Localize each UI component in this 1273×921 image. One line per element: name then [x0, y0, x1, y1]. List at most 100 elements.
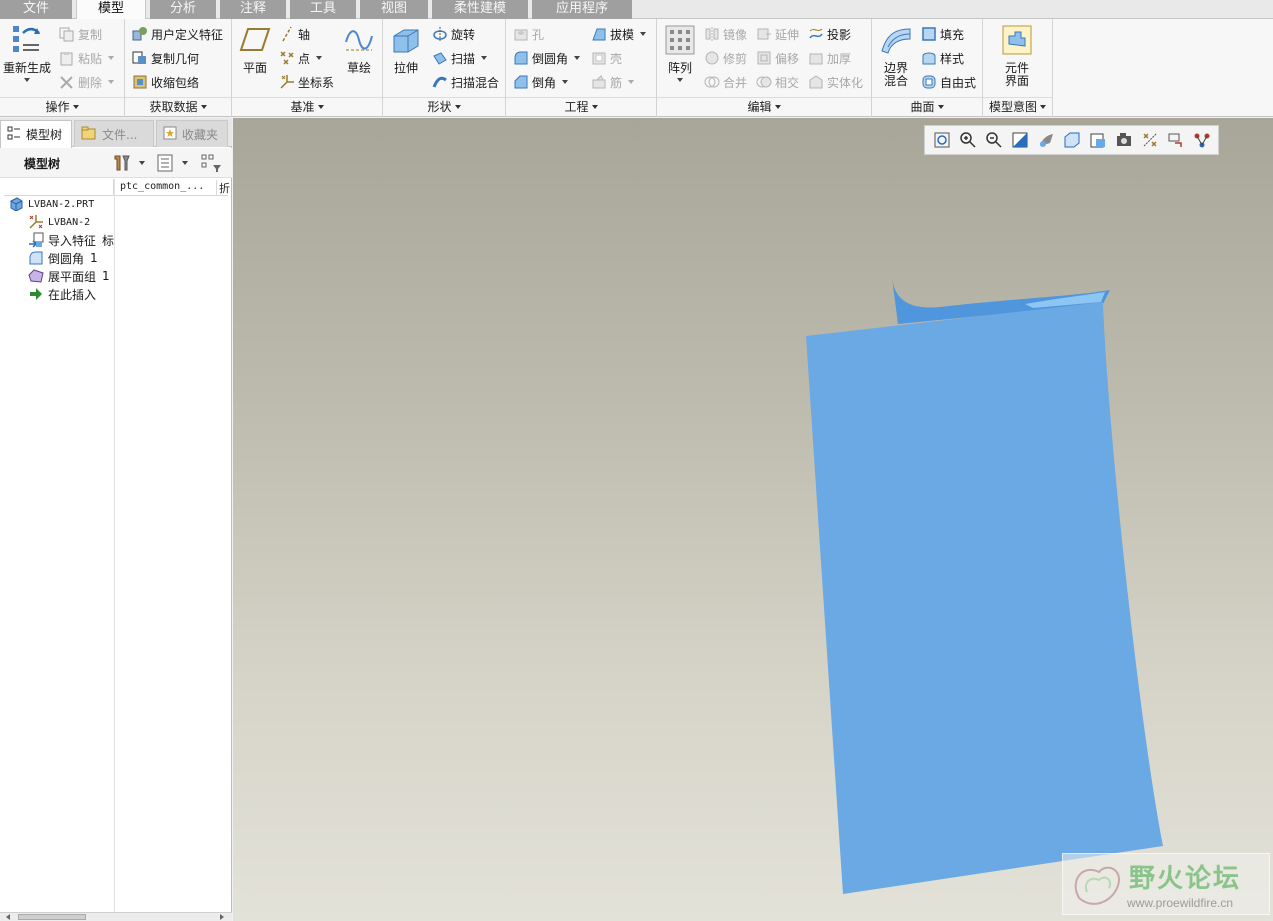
forum-watermark: 野火论坛 www.proewildfire.cn — [1062, 853, 1270, 915]
thicken-icon — [807, 50, 824, 67]
group-label-datum[interactable]: 基准 — [232, 97, 382, 116]
intersect-button[interactable]: 相交 — [755, 71, 799, 93]
tree-node-round[interactable]: 倒圆角 1 — [28, 249, 98, 267]
panel-tabs: 模型树 文件... 收藏夹 — [0, 118, 232, 148]
show-list-icon[interactable] — [157, 154, 175, 175]
fill-button[interactable]: 填充 — [920, 23, 964, 45]
tree-node-import-feature[interactable]: 导入特征 标 — [28, 231, 114, 249]
freestyle-icon — [920, 74, 937, 91]
swept-blend-button[interactable]: 扫描混合 — [431, 71, 499, 93]
shrinkwrap-button[interactable]: 收缩包络 — [131, 71, 199, 93]
component-interface-button[interactable]: 元件界面 — [999, 21, 1035, 88]
tab-view[interactable]: 视图 — [360, 0, 428, 19]
tree-column-header: ptc_common_... 折 — [4, 179, 230, 196]
udf-button[interactable]: 用户定义特征 — [131, 23, 223, 45]
panel-tab-model-tree[interactable]: 模型树 — [0, 120, 72, 148]
tree-column-param[interactable]: ptc_common_... — [120, 181, 204, 192]
draft-button[interactable]: 拔模 — [590, 23, 647, 45]
part-icon — [8, 196, 24, 212]
show-list-dropdown-icon[interactable] — [182, 161, 188, 165]
round-button[interactable]: 倒圆角 — [512, 47, 581, 69]
extend-button[interactable]: 延伸 — [755, 23, 799, 45]
tree-node-part[interactable]: LVBAN-2.PRT — [8, 195, 94, 213]
paste-button[interactable]: 粘贴 — [58, 47, 115, 69]
revolve-button[interactable]: 旋转 — [431, 23, 475, 45]
chamfer-button[interactable]: 倒角 — [512, 71, 569, 93]
tab-file[interactable]: 文件 — [0, 0, 72, 19]
panel-tab-folder-browser[interactable]: 文件... — [74, 120, 154, 147]
project-button[interactable]: 投影 — [807, 23, 851, 45]
point-icon — [278, 50, 295, 67]
tree-column-extra[interactable]: 折 — [216, 180, 230, 196]
tab-tools[interactable]: 工具 — [290, 0, 356, 19]
datum-csys-button[interactable]: 坐标系 — [278, 71, 334, 93]
tree-node-insert-here[interactable]: 在此插入 — [28, 285, 96, 303]
graphics-window[interactable]: 野火论坛 www.proewildfire.cn — [233, 118, 1273, 921]
shell-button[interactable]: 壳 — [590, 47, 622, 69]
rib-button[interactable]: 筋 — [590, 71, 635, 93]
extrude-button[interactable]: 拉伸 — [389, 21, 423, 75]
intersect-icon — [755, 74, 772, 91]
extend-icon — [755, 26, 772, 43]
scroll-thumb[interactable] — [18, 914, 86, 920]
surface-main-face — [806, 302, 1163, 894]
solidify-button[interactable]: 实体化 — [807, 71, 863, 93]
tab-annotate[interactable]: 注释 — [220, 0, 286, 19]
mirror-button[interactable]: 镜像 — [703, 23, 747, 45]
tab-analysis[interactable]: 分析 — [150, 0, 216, 19]
group-label-editing[interactable]: 编辑 — [657, 97, 871, 116]
import-feature-icon — [28, 232, 44, 248]
group-editing: 阵列 镜像 延伸 投影 修剪 偏移 加厚 合并 相交 实体化 编辑 — [657, 19, 872, 117]
merge-button[interactable]: 合并 — [703, 71, 747, 93]
tab-flexible-modeling[interactable]: 柔性建模 — [432, 0, 528, 19]
group-label-surfaces[interactable]: 曲面 — [872, 97, 982, 116]
tree-node-flatten-quilt[interactable]: 展平面组 1 — [28, 267, 110, 285]
tree-horizontal-scrollbar[interactable] — [0, 912, 232, 921]
sketch-button[interactable]: 草绘 — [342, 21, 376, 75]
group-get-data: 用户定义特征 复制几何 收缩包络 获取数据 — [125, 19, 232, 117]
watermark-url: www.proewildfire.cn — [1127, 896, 1234, 910]
sweep-icon — [431, 50, 448, 67]
solidify-icon — [807, 74, 824, 91]
tree-node-csys[interactable]: LVBAN-2 — [28, 213, 90, 231]
tree-column-divider — [114, 179, 115, 921]
group-label-shape[interactable]: 形状 — [383, 97, 505, 116]
group-label-engineering[interactable]: 工程 — [506, 97, 656, 116]
trim-button[interactable]: 修剪 — [703, 47, 747, 69]
panel-tab-favorites[interactable]: 收藏夹 — [156, 120, 228, 147]
boundary-blend-icon — [879, 21, 913, 59]
datum-point-button[interactable]: 点 — [278, 47, 323, 69]
regenerate-icon — [10, 21, 44, 59]
group-label-operations[interactable]: 操作 — [0, 97, 124, 116]
model-surface[interactable] — [233, 118, 1273, 921]
tab-applications[interactable]: 应用程序 — [532, 0, 632, 19]
thicken-button[interactable]: 加厚 — [807, 47, 851, 69]
tab-model[interactable]: 模型 — [76, 0, 146, 20]
pattern-button[interactable]: 阵列 — [663, 21, 697, 82]
copy-button[interactable]: 复制 — [58, 23, 102, 45]
scroll-right-arrow[interactable] — [220, 914, 224, 920]
round-icon — [512, 50, 529, 67]
style-button[interactable]: 样式 — [920, 47, 964, 69]
sweep-button[interactable]: 扫描 — [431, 47, 488, 69]
tree-settings-icon[interactable] — [112, 153, 132, 176]
hole-button[interactable]: 孔 — [512, 23, 544, 45]
tree-settings-dropdown-icon[interactable] — [139, 161, 145, 165]
freestyle-button[interactable]: 自由式 — [920, 71, 976, 93]
tree-filter-icon[interactable] — [201, 153, 223, 176]
datum-axis-button[interactable]: 轴 — [278, 23, 310, 45]
swept-blend-icon — [431, 74, 448, 91]
datum-plane-button[interactable]: 平面 — [238, 21, 272, 75]
boundary-blend-button[interactable]: 边界混合 — [876, 21, 916, 88]
delete-button[interactable]: 删除 — [58, 71, 115, 93]
group-label-get-data[interactable]: 获取数据 — [125, 97, 231, 116]
group-label-model-intent[interactable]: 模型意图 — [983, 97, 1052, 116]
flatten-quilt-icon — [28, 268, 44, 284]
tree-column-name[interactable] — [4, 179, 114, 196]
csys-icon — [278, 74, 295, 91]
scroll-left-arrow[interactable] — [6, 914, 10, 920]
watermark-logo-icon — [1074, 866, 1120, 905]
regenerate-button[interactable]: 重新生成 — [2, 21, 52, 82]
offset-button[interactable]: 偏移 — [755, 47, 799, 69]
copy-geometry-button[interactable]: 复制几何 — [131, 47, 199, 69]
